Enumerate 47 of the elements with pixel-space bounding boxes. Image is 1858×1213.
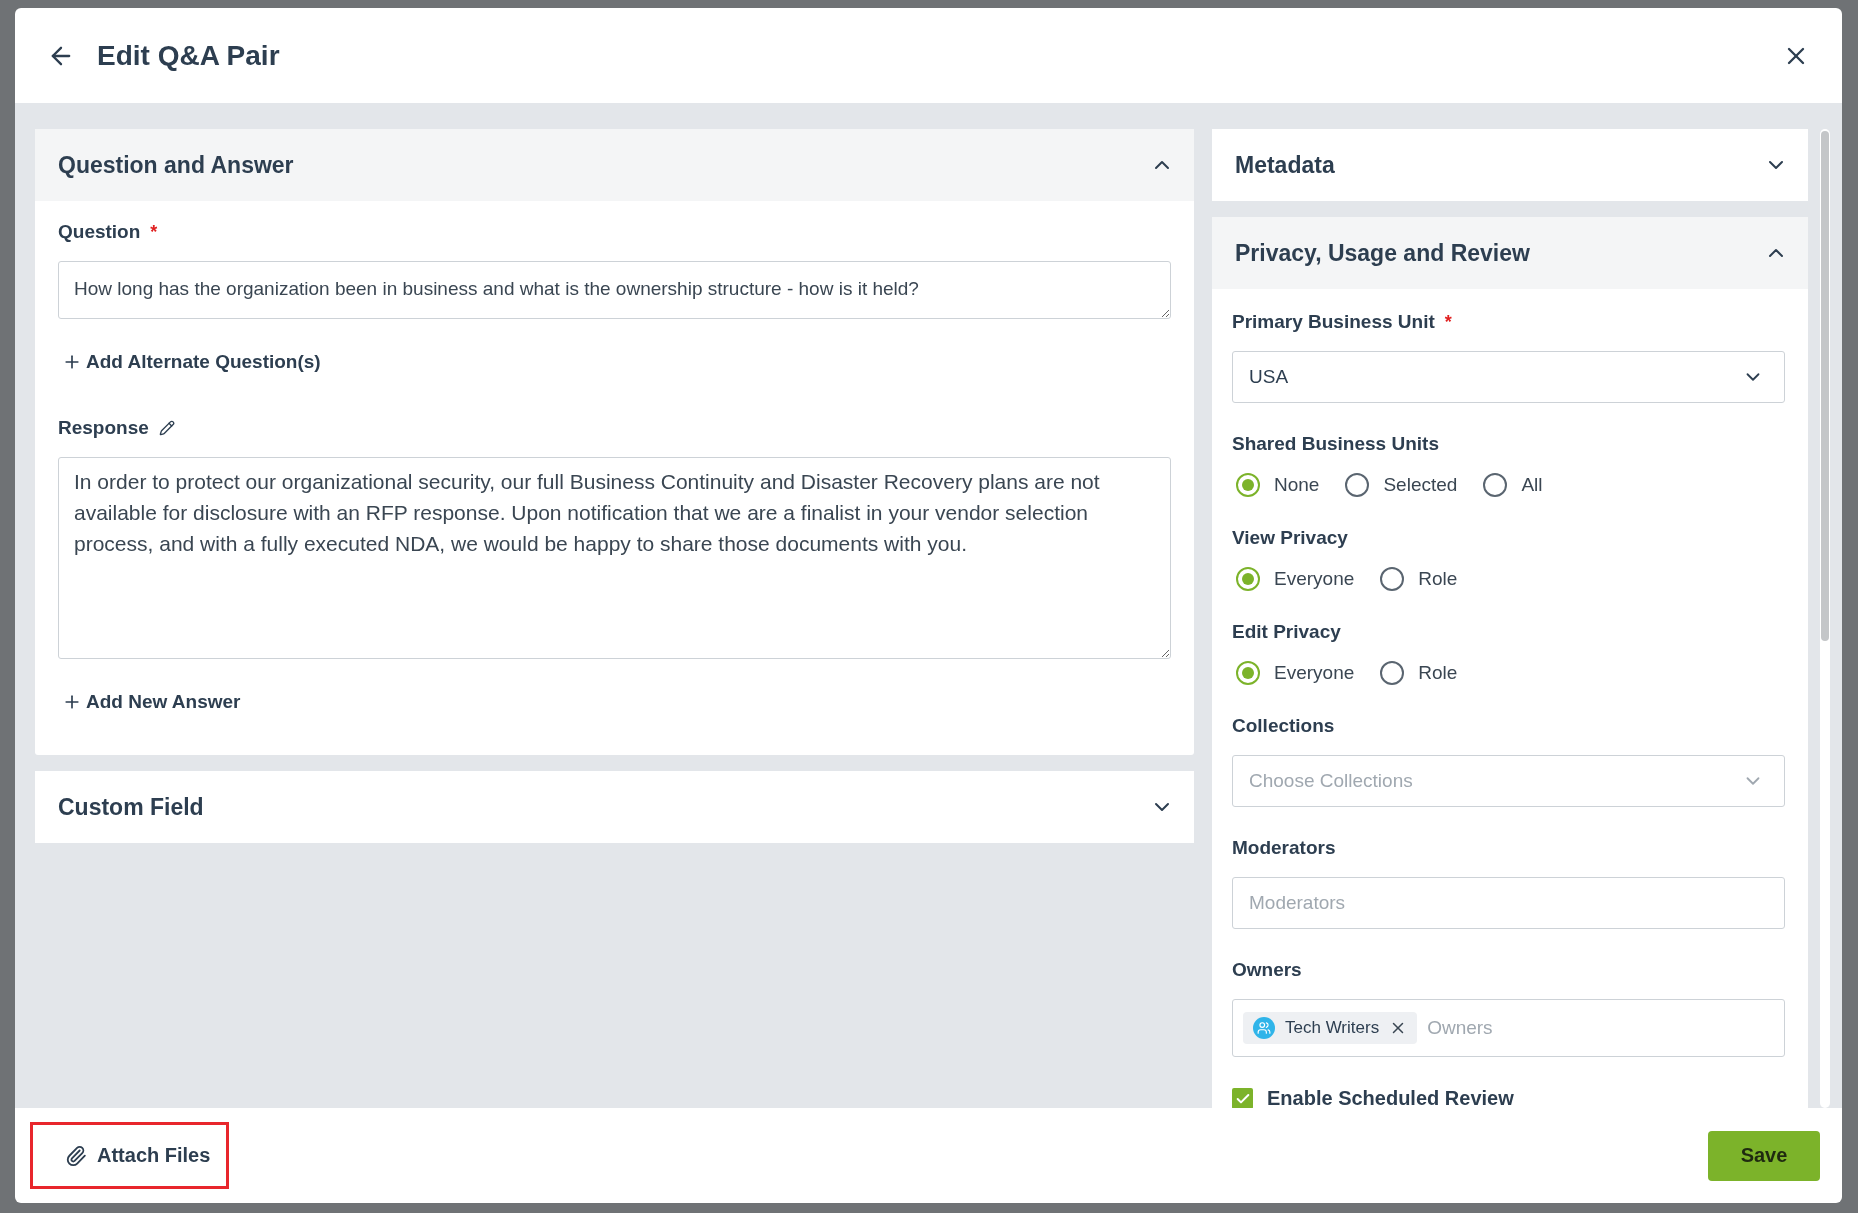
checkbox[interactable] (1232, 1088, 1253, 1108)
section-header[interactable]: Privacy, Usage and Review (1212, 217, 1808, 289)
section-header[interactable]: Question and Answer (35, 129, 1194, 201)
dialog-title: Edit Q&A Pair (97, 39, 281, 72)
field-label: Primary Business Unit (1232, 311, 1435, 333)
input-field[interactable]: Moderators (1232, 877, 1785, 929)
field-label: Edit Privacy (1232, 621, 1341, 643)
owner-tag: Tech Writers (1243, 1012, 1418, 1044)
radio-button[interactable] (1236, 661, 1260, 685)
radio-option[interactable]: Everyone (1236, 567, 1355, 591)
radio-button[interactable] (1345, 473, 1370, 497)
radio-button[interactable] (1380, 661, 1405, 685)
field-label: Moderators (1232, 837, 1336, 859)
radio-option[interactable]: All (1483, 473, 1543, 497)
radio-button[interactable] (1236, 567, 1260, 591)
group-icon (1253, 1017, 1275, 1039)
select-field[interactable]: USA (1232, 351, 1785, 403)
radio-option[interactable]: Role (1380, 567, 1458, 591)
save-button[interactable]: Save (1708, 1130, 1820, 1181)
radio-button[interactable] (1236, 473, 1260, 497)
radio-option[interactable]: Role (1380, 661, 1458, 685)
pencil-icon[interactable] (158, 420, 175, 436)
field-label: Collections (1232, 715, 1335, 737)
response-field[interactable]: In order to protect our organizational security, our full Business Continuity and Disaster Recovery plans are not available for disclosure with an RFP response. Upon notification that we are a finalist in your vendor selection process, and with a fully executed NDA, we would be happy to share those documents with you. (58, 457, 1171, 659)
required-asterisk: * (1444, 311, 1452, 333)
scrollbar-thumb[interactable] (1821, 131, 1829, 641)
tags-field[interactable]: Tech Writers Owners (1232, 999, 1785, 1057)
add-alternate-question-link[interactable]: Add Alternate Question(s) (62, 351, 321, 373)
radio-button[interactable] (1380, 567, 1405, 591)
radio-option[interactable]: Selected (1345, 473, 1458, 497)
field-label: View Privacy (1232, 527, 1348, 549)
required-asterisk: * (150, 221, 158, 243)
section-header[interactable]: Metadata (1212, 129, 1808, 201)
field-label: Shared Business Units (1232, 433, 1439, 455)
paperclip-icon (65, 1144, 87, 1167)
radio-button[interactable] (1483, 473, 1508, 497)
question-field[interactable]: How long has the organization been in business and what is the ownership structure - how is it held? (58, 261, 1171, 319)
checkbox-option[interactable]: Enable Scheduled Review (1232, 1087, 1785, 1108)
radio-option[interactable]: Everyone (1236, 661, 1355, 685)
radio-option[interactable]: None (1236, 473, 1320, 497)
field-label: Question (58, 221, 141, 243)
attach-files-button[interactable]: Attach Files (30, 1122, 230, 1189)
field-label: Owners (1232, 959, 1302, 981)
add-new-answer-link[interactable]: Add New Answer (62, 691, 241, 713)
section-header[interactable]: Custom Field (35, 771, 1194, 843)
field-label: Response (58, 417, 149, 439)
scrollbar[interactable] (1820, 129, 1830, 1108)
